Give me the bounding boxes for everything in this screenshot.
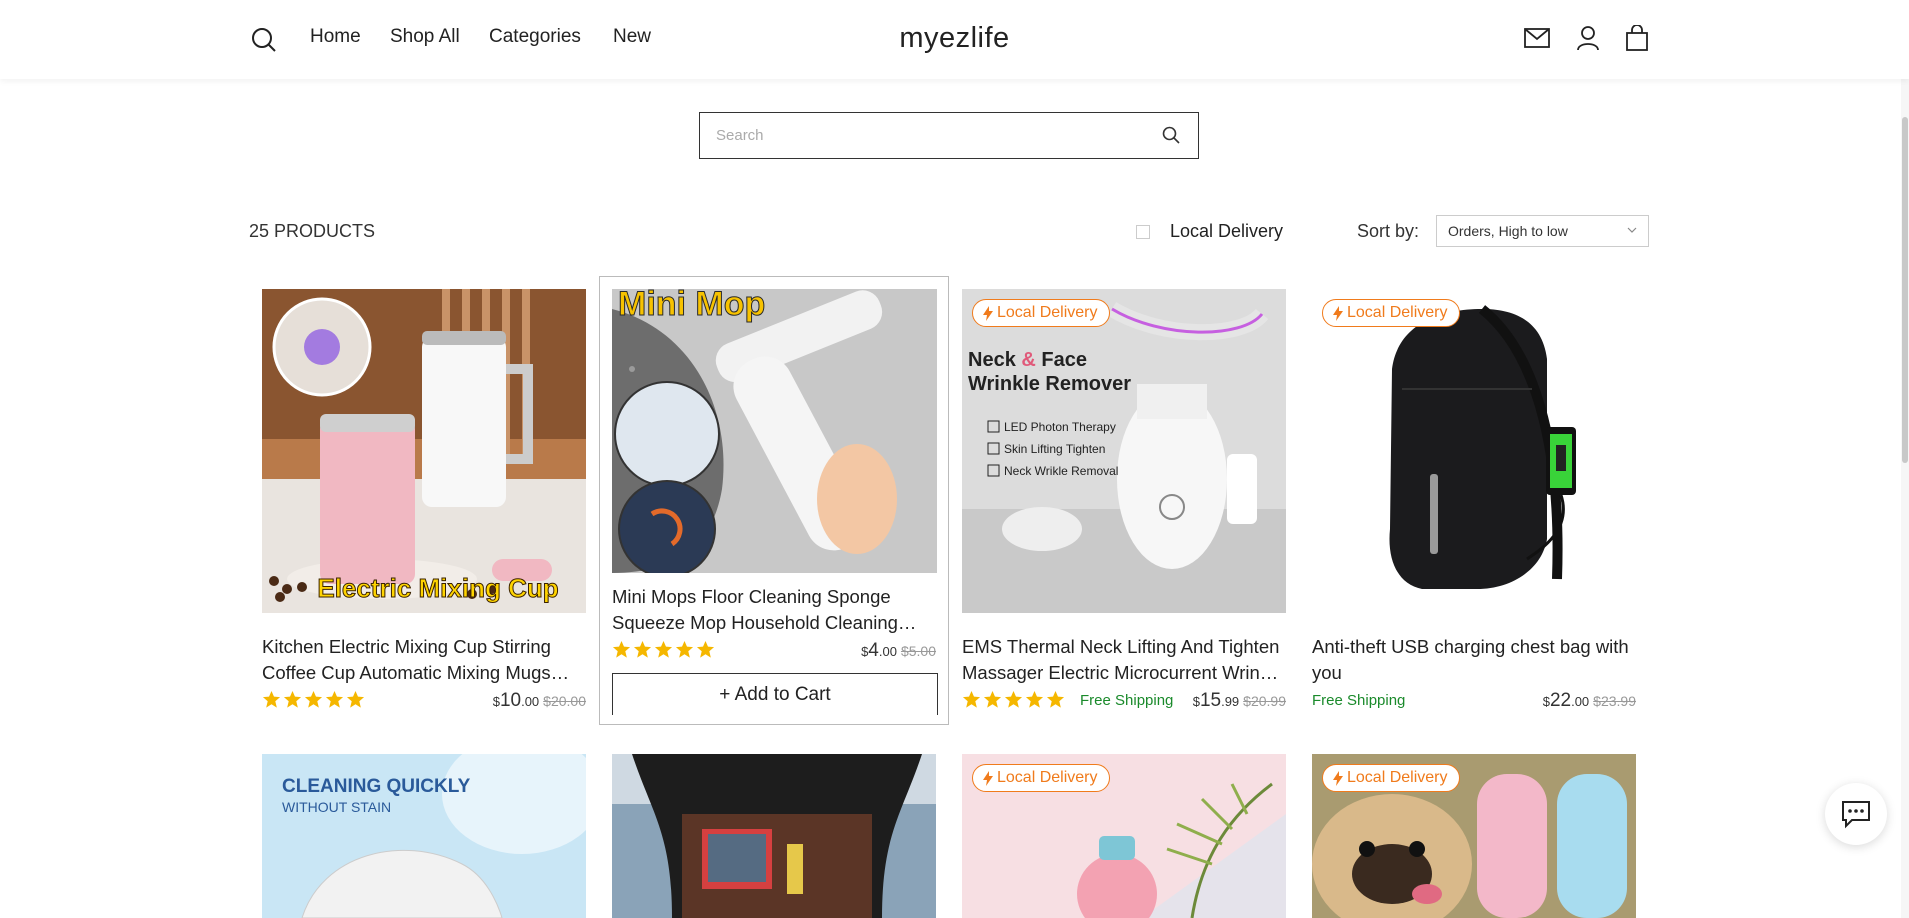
- site-header: Home Shop All Categories New myezlife: [0, 0, 1909, 79]
- rating-stars: [612, 640, 715, 659]
- star-icon: [325, 690, 344, 708]
- bolt-icon: [1333, 770, 1343, 786]
- svg-text:Neck Wrikle Removal: Neck Wrikle Removal: [1004, 464, 1118, 478]
- price-original: $20.99: [1243, 693, 1286, 709]
- price-integer: 4: [868, 640, 879, 661]
- product-count: 25 PRODUCTS: [249, 221, 376, 241]
- local-delivery-label: Local Delivery: [1170, 221, 1284, 241]
- price-integer: 22: [1549, 690, 1572, 711]
- price-decimal: .99: [1221, 694, 1240, 709]
- product-card[interactable]: Local Delivery Anti-theft USB charging c…: [1312, 289, 1637, 729]
- star-icon: [346, 690, 365, 708]
- local-delivery-badge: Local Delivery: [972, 764, 1111, 792]
- svg-text:LED Photon Therapy: LED Photon Therapy: [1004, 420, 1116, 434]
- sort-value: Orders, High to low: [1448, 223, 1568, 239]
- svg-text:Neck & Face: Neck & Face: [968, 349, 1087, 371]
- nav-shop-all[interactable]: Shop All: [390, 26, 460, 48]
- product-image[interactable]: Electric Mixing Cup: [262, 289, 586, 613]
- svg-text:Wrinkle Remover: Wrinkle Remover: [968, 373, 1131, 395]
- account-icon[interactable]: [1574, 24, 1602, 52]
- price-integer: 10: [499, 690, 522, 711]
- star-icon: [654, 640, 673, 658]
- price-decimal: .00: [521, 694, 540, 709]
- svg-text:Electric Mixing Cup: Electric Mixing Cup: [317, 573, 558, 603]
- product-image[interactable]: Neck & Face Wrinkle Remover LED Photon T…: [962, 289, 1286, 613]
- product-title[interactable]: EMS Thermal Neck Lifting And Tighten Mas…: [962, 634, 1286, 686]
- nav-new[interactable]: New: [613, 26, 651, 48]
- star-icon: [696, 640, 715, 658]
- site-logo[interactable]: myezlife: [0, 22, 1909, 55]
- svg-text:Mini Mop: Mini Mop: [618, 289, 765, 323]
- price-currency: $: [1192, 694, 1200, 709]
- price: $22.00 $23.99: [1543, 690, 1636, 712]
- local-delivery-filter[interactable]: Local Delivery: [1136, 221, 1283, 242]
- svg-text:Skin Lifting Tighten: Skin Lifting Tighten: [1004, 442, 1105, 456]
- star-icon: [1004, 690, 1023, 708]
- bolt-icon: [983, 305, 993, 321]
- product-title[interactable]: Anti-theft USB charging chest bag with y…: [1312, 634, 1636, 686]
- sort-label: Sort by:: [1357, 221, 1420, 241]
- sort-select[interactable]: Orders, High to low: [1436, 215, 1649, 247]
- search-icon[interactable]: [250, 26, 278, 54]
- price-currency: $: [1542, 694, 1550, 709]
- product-image[interactable]: [612, 754, 936, 918]
- chat-icon: [1842, 801, 1870, 829]
- star-icon: [633, 640, 652, 658]
- product-card[interactable]: Electric Mixing Cup Kitchen Electric Mix…: [262, 289, 587, 729]
- chat-button[interactable]: [1825, 783, 1887, 845]
- bolt-icon: [1333, 305, 1343, 321]
- page-scrollbar[interactable]: [1901, 79, 1909, 918]
- product-image[interactable]: Local Delivery: [1312, 754, 1636, 918]
- add-to-cart-button[interactable]: + Add to Cart: [612, 673, 938, 715]
- product-image[interactable]: CLEANING QUICKLY WITHOUT STAIN: [262, 754, 586, 918]
- local-delivery-badge: Local Delivery: [1322, 764, 1461, 792]
- free-shipping-label: Free Shipping: [1080, 692, 1174, 709]
- star-icon: [612, 640, 631, 658]
- price: $15.99 $20.99: [1193, 690, 1286, 712]
- star-icon: [983, 690, 1002, 708]
- chevron-down-icon: [1627, 227, 1637, 233]
- price-integer: 15: [1199, 690, 1222, 711]
- product-image[interactable]: Local Delivery: [1312, 289, 1636, 613]
- search-submit-icon[interactable]: [1162, 126, 1182, 146]
- price: $4.00 $5.00: [861, 640, 936, 662]
- scrollbar-thumb[interactable]: [1902, 117, 1908, 463]
- price: $10.00 $20.00: [493, 690, 586, 712]
- product-title[interactable]: Kitchen Electric Mixing Cup Stirring Cof…: [262, 634, 586, 686]
- local-delivery-badge: Local Delivery: [1322, 299, 1461, 327]
- star-icon: [962, 690, 981, 708]
- star-icon: [675, 640, 694, 658]
- price-original: $20.00: [543, 693, 586, 709]
- price-original: $23.99: [1593, 693, 1636, 709]
- product-image[interactable]: Local Delivery: [962, 754, 1286, 918]
- price-currency: $: [492, 694, 500, 709]
- mail-icon[interactable]: [1523, 26, 1551, 50]
- star-icon: [304, 690, 323, 708]
- product-card-hovered[interactable]: Mini Mop Mini Mops Floor Cleaning Sponge…: [599, 276, 949, 725]
- product-image[interactable]: Mini Mop: [612, 289, 937, 573]
- nav-home[interactable]: Home: [310, 26, 361, 48]
- price-decimal: .00: [878, 644, 897, 659]
- nav-categories[interactable]: Categories: [489, 26, 581, 48]
- star-icon: [283, 690, 302, 708]
- bolt-icon: [983, 770, 993, 786]
- star-icon: [1025, 690, 1044, 708]
- search-input[interactable]: [700, 113, 1140, 158]
- price-original: $5.00: [900, 643, 936, 659]
- rating-stars: [962, 690, 1065, 709]
- star-icon: [1046, 690, 1065, 708]
- price-decimal: .00: [1571, 694, 1590, 709]
- bag-icon[interactable]: [1624, 24, 1650, 52]
- rating-stars: [262, 690, 365, 709]
- local-delivery-badge: Local Delivery: [972, 299, 1111, 327]
- image-caption: CLEANING QUICKLY: [282, 776, 471, 797]
- free-shipping-label: Free Shipping: [1312, 692, 1406, 709]
- search-box: [699, 112, 1199, 159]
- local-delivery-checkbox[interactable]: [1136, 224, 1150, 239]
- image-caption: WITHOUT STAIN: [282, 799, 391, 815]
- star-icon: [262, 690, 281, 708]
- product-title[interactable]: Mini Mops Floor Cleaning Sponge Squeeze …: [612, 584, 937, 636]
- product-card[interactable]: Neck & Face Wrinkle Remover LED Photon T…: [962, 289, 1287, 729]
- price-currency: $: [861, 644, 869, 659]
